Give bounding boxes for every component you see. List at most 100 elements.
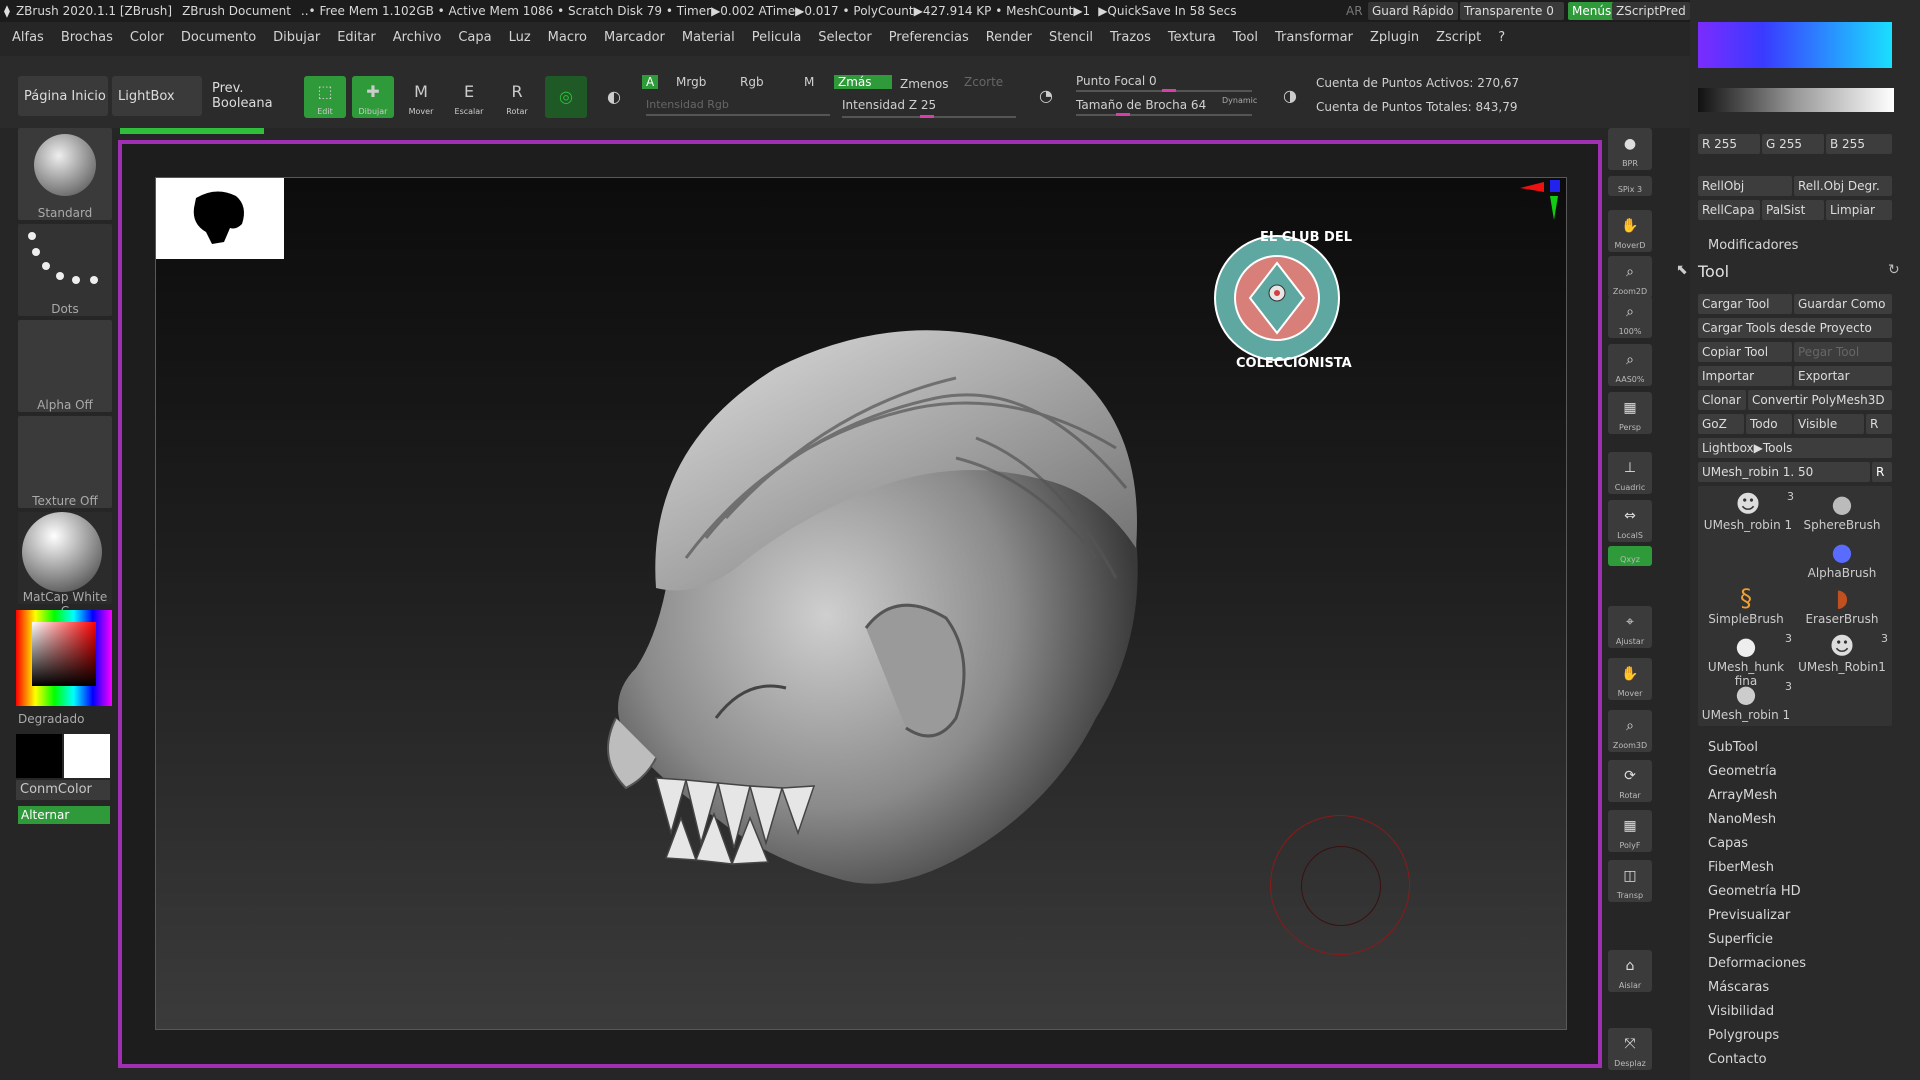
edit-button[interactable]: ⬚ Edit: [304, 76, 346, 118]
tool-section-8[interactable]: Superficie: [1708, 932, 1773, 947]
tool-thumbnail[interactable]: ☻ UMesh_Robin1 3: [1794, 632, 1890, 680]
menu-editar[interactable]: Editar: [337, 30, 376, 45]
tool-thumbnail[interactable]: ◗ EraserBrush: [1794, 584, 1890, 632]
menu-archivo[interactable]: Archivo: [393, 30, 442, 45]
menu-capa[interactable]: Capa: [458, 30, 491, 45]
right-shelf-cuadric-button[interactable]: ⊥ Cuadric: [1608, 452, 1652, 494]
intensidad-rgb-slider[interactable]: Intensidad Rgb: [646, 98, 729, 111]
right-shelf-zoom2d-button[interactable]: ⌕ Zoom2D: [1608, 256, 1652, 298]
punto-focal-slider[interactable]: Punto Focal 0: [1076, 74, 1157, 88]
transparente-slider[interactable]: Transparente 0: [1460, 2, 1564, 20]
todo-button[interactable]: Todo: [1746, 414, 1792, 434]
tool-section-3[interactable]: NanoMesh: [1708, 812, 1776, 827]
menu-color[interactable]: Color: [130, 30, 164, 45]
right-shelf-xyz-button[interactable]: Qxyz: [1608, 546, 1652, 566]
right-shelf-bpr-button[interactable]: ● BPR: [1608, 128, 1652, 170]
conmcolor-button[interactable]: ConmColor: [16, 780, 110, 800]
right-shelf-desplaz-button[interactable]: ⤧ Desplaz: [1608, 1028, 1652, 1070]
dynamic-toggle[interactable]: Dynamic: [1222, 96, 1257, 105]
menu-transformar[interactable]: Transformar: [1275, 30, 1353, 45]
menu-render[interactable]: Render: [986, 30, 1032, 45]
current-tool-r-button[interactable]: R: [1872, 462, 1892, 482]
goz-button[interactable]: GoZ: [1698, 414, 1744, 434]
menu-trazos[interactable]: Trazos: [1110, 30, 1151, 45]
menu-selector[interactable]: Selector: [818, 30, 871, 45]
color-spectrum[interactable]: [1698, 22, 1892, 68]
guard-rapido-button[interactable]: Guard Rápido: [1368, 2, 1458, 20]
menu-documento[interactable]: Documento: [181, 30, 256, 45]
right-shelf-locals-button[interactable]: ⇔ LocalS: [1608, 500, 1652, 542]
menu-textura[interactable]: Textura: [1168, 30, 1216, 45]
exportar-button[interactable]: Exportar: [1794, 366, 1892, 386]
menu-preferencias[interactable]: Preferencias: [889, 30, 969, 45]
modificadores-header[interactable]: Modificadores: [1708, 238, 1798, 253]
tamano-brocha-slider[interactable]: Tamaño de Brocha 64: [1076, 98, 1206, 112]
tool-thumbnail[interactable]: ● SphereBrush: [1794, 490, 1890, 538]
alternar-button[interactable]: Alternar: [18, 806, 110, 824]
menu-zscript[interactable]: Zscript: [1436, 30, 1481, 45]
tool-section-4[interactable]: Capas: [1708, 836, 1748, 851]
tool-thumbnail[interactable]: ☻ UMesh_robin 1 3: [1700, 490, 1796, 538]
material-sphere-button[interactable]: ◐: [593, 76, 635, 118]
tamano-brocha-knob[interactable]: [1116, 113, 1130, 116]
tool-section-2[interactable]: ArrayMesh: [1708, 788, 1777, 803]
tool-section-13[interactable]: Contacto: [1708, 1052, 1767, 1067]
mrgb-toggle[interactable]: Mrgb: [676, 75, 706, 89]
r-value-slider[interactable]: R 255: [1698, 134, 1760, 154]
tool-thumbnail[interactable]: ● AlphaBrush: [1794, 538, 1890, 586]
copiar-tool-button[interactable]: Copiar Tool: [1698, 342, 1792, 362]
right-shelf-z100-button[interactable]: ⌕ 100%: [1608, 296, 1652, 338]
tool-thumbnail[interactable]: § SimpleBrush: [1698, 584, 1794, 632]
intensidad-z-knob[interactable]: [920, 115, 934, 118]
tool-section-6[interactable]: Geometría HD: [1708, 884, 1801, 899]
right-shelf-aahalf-button[interactable]: ⌕ AAS0%: [1608, 344, 1652, 386]
rellobj-degr-button[interactable]: Rell.Obj Degr.: [1794, 176, 1892, 196]
menu-luz[interactable]: Luz: [509, 30, 531, 45]
mover-button[interactable]: M Mover: [400, 76, 442, 118]
zmas-toggle[interactable]: Zmás: [834, 75, 892, 89]
rgb-toggle[interactable]: Rgb: [740, 75, 764, 89]
cargar-proyecto-button[interactable]: Cargar Tools desde Proyecto: [1698, 318, 1892, 338]
menus-toggle[interactable]: Menús: [1568, 2, 1616, 20]
r-button[interactable]: R: [1866, 414, 1892, 434]
punto-focal-knob[interactable]: [1162, 89, 1176, 92]
pagina-inicio-button[interactable]: Página Inicio: [18, 76, 108, 116]
menu-dibujar[interactable]: Dibujar: [273, 30, 320, 45]
convertir-polymesh-button[interactable]: Convertir PolyMesh3D: [1748, 390, 1892, 410]
g-value-slider[interactable]: G 255: [1762, 134, 1824, 154]
a-toggle[interactable]: A: [642, 75, 659, 89]
right-shelf-ajustar-button[interactable]: ⌖ Ajustar: [1608, 606, 1652, 648]
lightbox-button[interactable]: LightBox: [112, 76, 202, 116]
tool-section-9[interactable]: Deformaciones: [1708, 956, 1806, 971]
right-shelf-rotar-button[interactable]: ⟳ Rotar: [1608, 760, 1652, 802]
pegar-tool-button[interactable]: Pegar Tool: [1794, 342, 1892, 362]
dibujar-button[interactable]: ✚ Dibujar: [352, 76, 394, 118]
rellcapa-button[interactable]: RellCapa: [1698, 200, 1760, 220]
prev-booleana-button[interactable]: Prev. Booleana: [206, 76, 298, 116]
menu-stencil[interactable]: Stencil: [1049, 30, 1093, 45]
palsist-button[interactable]: PalSist: [1762, 200, 1824, 220]
right-shelf-transp-button[interactable]: ◫ Transp: [1608, 860, 1652, 902]
importar-button[interactable]: Importar: [1698, 366, 1792, 386]
cargar-tool-button[interactable]: Cargar Tool: [1698, 294, 1792, 314]
document-canvas[interactable]: EL CLUB DEL COLECCIONISTA: [155, 177, 1567, 1030]
menu-tool[interactable]: Tool: [1233, 30, 1258, 45]
tool-section-7[interactable]: Previsualizar: [1708, 908, 1790, 923]
right-shelf-mover-button[interactable]: ✋ Mover: [1608, 658, 1652, 700]
menu-help[interactable]: ?: [1498, 30, 1505, 45]
zcorte-toggle[interactable]: Zcorte: [964, 75, 1003, 89]
axis-gizmo-icon[interactable]: [1510, 178, 1566, 238]
tool-thumbnail[interactable]: ● UMesh_robin 1 3: [1698, 680, 1794, 728]
tool-collapse-icon[interactable]: ⬉: [1676, 262, 1688, 278]
limpiar-button[interactable]: Limpiar: [1826, 200, 1892, 220]
menu-zplugin[interactable]: Zplugin: [1370, 30, 1419, 45]
right-shelf-zoom3d-button[interactable]: ⌕ Zoom3D: [1608, 710, 1652, 752]
menu-material[interactable]: Material: [682, 30, 735, 45]
focal-shift-button[interactable]: ◔: [1030, 80, 1062, 112]
secondary-color-swatch[interactable]: [16, 734, 62, 778]
menu-pelicula[interactable]: Pelicula: [752, 30, 802, 45]
right-shelf-persp-button[interactable]: ▦ Persp: [1608, 392, 1652, 434]
menu-marcador[interactable]: Marcador: [604, 30, 665, 45]
tool-section-0[interactable]: SubTool: [1708, 740, 1758, 755]
clonar-button[interactable]: Clonar: [1698, 390, 1746, 410]
